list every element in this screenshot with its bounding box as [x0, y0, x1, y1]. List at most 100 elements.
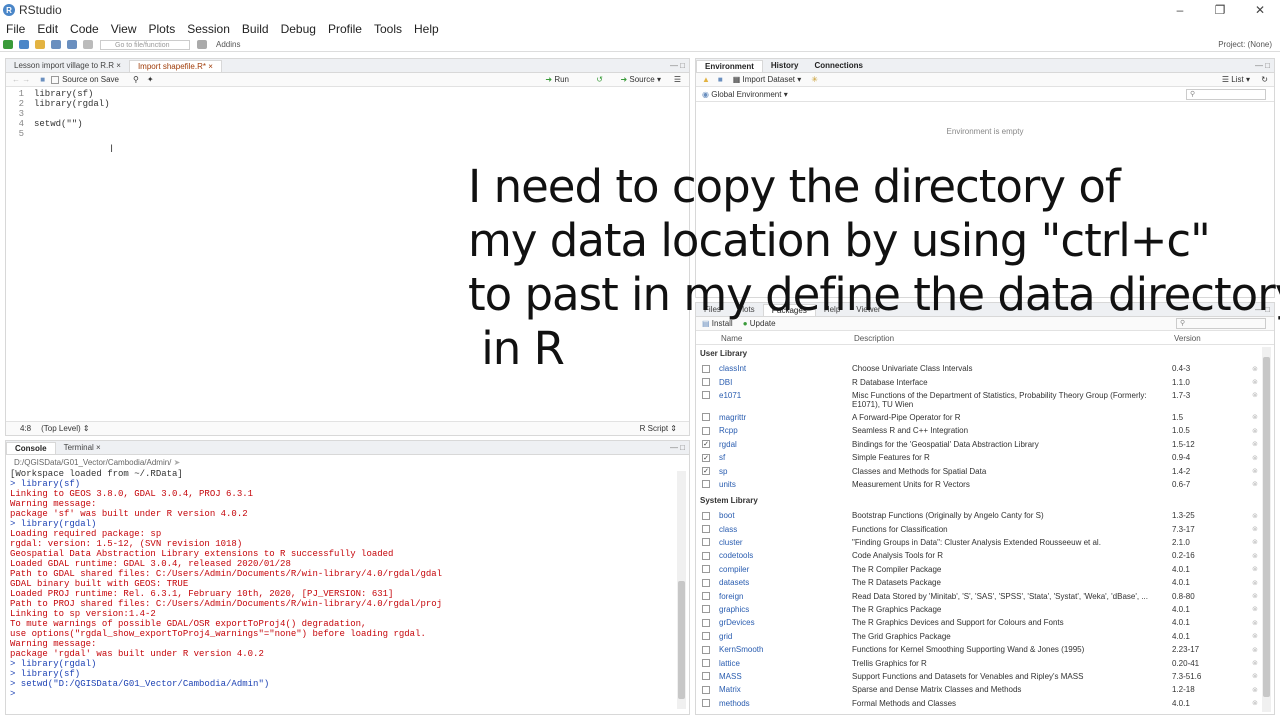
remove-package-icon[interactable]: ⊗ [1252, 579, 1258, 587]
print-icon[interactable] [83, 40, 93, 49]
outline-icon[interactable]: ☰ [674, 75, 681, 84]
package-load-checkbox[interactable] [702, 592, 710, 601]
console-output[interactable]: [Workspace loaded from ~/.RData] > librar… [10, 469, 442, 699]
package-name-link[interactable]: graphics [719, 605, 852, 614]
package-name-link[interactable]: compiler [719, 565, 852, 574]
package-load-checkbox[interactable]: ✓ [702, 453, 710, 462]
remove-package-icon[interactable]: ⊗ [1252, 538, 1258, 546]
package-name-link[interactable]: methods [719, 699, 852, 708]
package-load-checkbox[interactable] [702, 645, 710, 654]
save-workspace-icon[interactable]: ■ [718, 75, 723, 84]
package-name-link[interactable]: sp [719, 467, 852, 476]
tab-terminal[interactable]: Terminal × [56, 442, 109, 454]
menu-plots[interactable]: Plots [149, 22, 176, 36]
open-file-icon[interactable] [35, 40, 45, 49]
refresh-icon[interactable]: ↻ [1261, 75, 1268, 84]
menu-build[interactable]: Build [242, 22, 269, 36]
package-load-checkbox[interactable]: ✓ [702, 440, 710, 449]
package-name-link[interactable]: Matrix [719, 685, 852, 694]
menu-view[interactable]: View [111, 22, 137, 36]
menu-profile[interactable]: Profile [328, 22, 362, 36]
save-icon[interactable] [51, 40, 61, 49]
package-load-checkbox[interactable] [702, 426, 710, 435]
package-load-checkbox[interactable] [702, 605, 710, 614]
rerun-icon[interactable]: ↺ [596, 75, 603, 84]
source-on-save-checkbox[interactable] [51, 75, 60, 84]
package-load-checkbox[interactable] [702, 480, 710, 489]
remove-package-icon[interactable]: ⊗ [1252, 467, 1258, 475]
remove-package-icon[interactable]: ⊗ [1252, 699, 1258, 707]
minimize-button[interactable]: – [1160, 0, 1200, 20]
package-name-link[interactable]: cluster [719, 538, 852, 547]
menu-tools[interactable]: Tools [374, 22, 402, 36]
package-name-link[interactable]: boot [719, 511, 852, 520]
remove-package-icon[interactable]: ⊗ [1252, 646, 1258, 654]
source-button[interactable]: ➜ Source ▾ [620, 75, 661, 84]
package-name-link[interactable]: KernSmooth [719, 645, 852, 654]
package-load-checkbox[interactable] [702, 618, 710, 627]
menu-file[interactable]: File [6, 22, 25, 36]
menu-edit[interactable]: Edit [37, 22, 58, 36]
package-name-link[interactable]: rgdal [719, 440, 852, 449]
scope-selector[interactable]: (Top Level) ⇕ [41, 424, 90, 433]
search-icon[interactable]: ⚲ [133, 75, 139, 84]
load-workspace-icon[interactable]: ▲ [702, 75, 710, 84]
package-load-checkbox[interactable] [702, 525, 710, 534]
menu-session[interactable]: Session [187, 22, 230, 36]
go-to-dir-icon[interactable]: ➤ [174, 458, 181, 467]
package-name-link[interactable]: MASS [719, 672, 852, 681]
project-menu[interactable]: Project: (None) [1218, 40, 1272, 49]
package-load-checkbox[interactable] [702, 551, 710, 560]
package-name-link[interactable]: Rcpp [719, 426, 852, 435]
package-name-link[interactable]: e1071 [719, 391, 852, 400]
remove-package-icon[interactable]: ⊗ [1252, 427, 1258, 435]
menu-code[interactable]: Code [70, 22, 99, 36]
tab-lesson-import[interactable]: Lesson import village to R.R × [6, 60, 129, 72]
back-forward-icon[interactable]: ← → [12, 75, 30, 84]
run-button[interactable]: ➜ Run [545, 75, 569, 84]
env-search-input[interactable]: ⚲ [1186, 89, 1266, 100]
menu-debug[interactable]: Debug [281, 22, 316, 36]
new-project-icon[interactable] [19, 40, 29, 49]
file-type-selector[interactable]: R Script ⇕ [640, 424, 677, 433]
import-dataset-button[interactable]: ▦ Import Dataset ▾ [733, 75, 802, 84]
console-scrollbar[interactable] [677, 471, 686, 709]
package-load-checkbox[interactable] [702, 538, 710, 547]
remove-package-icon[interactable]: ⊗ [1252, 632, 1258, 640]
new-file-icon[interactable] [3, 40, 13, 49]
package-name-link[interactable]: grDevices [719, 618, 852, 627]
package-name-link[interactable]: magrittr [719, 413, 852, 422]
menu-help[interactable]: Help [414, 22, 439, 36]
code-area[interactable]: 1 library(sf) 2 library(rgdal) 3 4 setwd(""… [6, 89, 110, 139]
package-name-link[interactable]: grid [719, 632, 852, 641]
remove-package-icon[interactable]: ⊗ [1252, 659, 1258, 667]
global-env-selector[interactable]: ◉ Global Environment ▾ [702, 90, 788, 99]
pane-minmax-icon[interactable]: — □ [670, 61, 685, 70]
package-load-checkbox[interactable] [702, 378, 710, 387]
tab-history[interactable]: History [763, 60, 807, 72]
package-load-checkbox[interactable] [702, 685, 710, 694]
package-load-checkbox[interactable] [702, 511, 710, 520]
package-load-checkbox[interactable] [702, 659, 710, 668]
package-load-checkbox[interactable] [702, 565, 710, 574]
remove-package-icon[interactable]: ⊗ [1252, 619, 1258, 627]
package-name-link[interactable]: datasets [719, 578, 852, 587]
console-minmax-icon[interactable]: — □ [670, 443, 685, 452]
grid-layout-icon[interactable] [197, 40, 207, 49]
remove-package-icon[interactable]: ⊗ [1252, 525, 1258, 533]
package-name-link[interactable]: DBI [719, 378, 852, 387]
remove-package-icon[interactable]: ⊗ [1252, 480, 1258, 488]
maximize-button[interactable]: ❐ [1200, 0, 1240, 20]
package-name-link[interactable]: lattice [719, 659, 852, 668]
package-name-link[interactable]: class [719, 525, 852, 534]
remove-package-icon[interactable]: ⊗ [1252, 672, 1258, 680]
package-load-checkbox[interactable] [702, 672, 710, 681]
package-load-checkbox[interactable]: ✓ [702, 467, 710, 476]
package-name-link[interactable]: units [719, 480, 852, 489]
package-name-link[interactable]: codetools [719, 551, 852, 560]
list-view-button[interactable]: ☰ List ▾ [1222, 75, 1250, 84]
save-all-icon[interactable] [67, 40, 77, 49]
tab-connections[interactable]: Connections [806, 60, 870, 72]
remove-package-icon[interactable]: ⊗ [1252, 378, 1258, 386]
tab-import-shapefile[interactable]: Import shapefile.R* × [128, 60, 222, 72]
